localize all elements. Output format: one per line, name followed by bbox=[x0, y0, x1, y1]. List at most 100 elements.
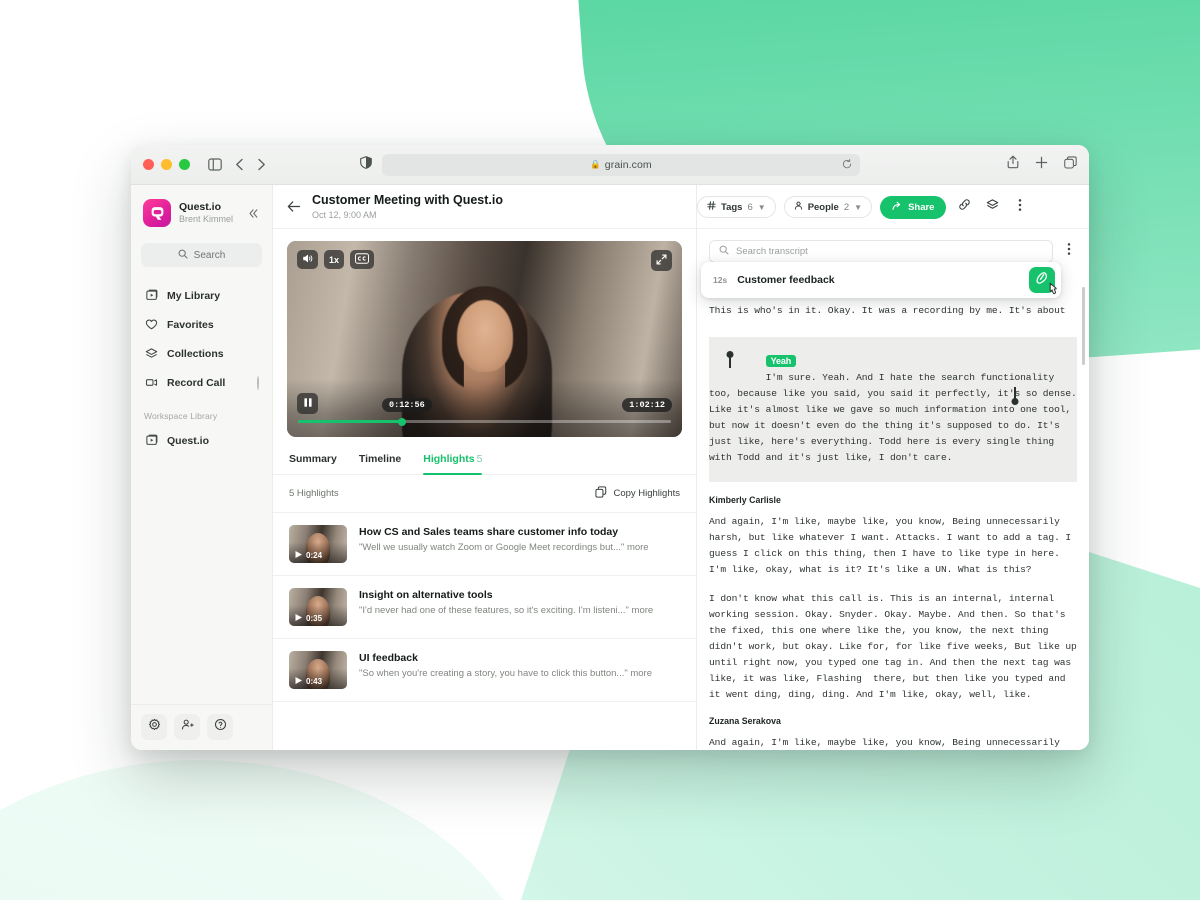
tab-summary[interactable]: Summary bbox=[289, 453, 337, 474]
share-icon[interactable] bbox=[1007, 155, 1019, 174]
sidebar-search-input[interactable]: Search bbox=[141, 243, 262, 267]
library-icon bbox=[144, 289, 158, 302]
transcript-scrollbar[interactable] bbox=[1082, 287, 1085, 365]
cc-icon bbox=[355, 253, 369, 266]
highlight-quote-text: "I'd never had one of these features, so… bbox=[359, 605, 629, 616]
close-window-button[interactable] bbox=[143, 159, 154, 170]
invite-button[interactable] bbox=[174, 714, 200, 740]
play-icon bbox=[294, 613, 303, 622]
sidebar-item-favorites[interactable]: Favorites bbox=[137, 310, 266, 339]
list-item[interactable]: 0:43 UI feedback "So when you're creatin… bbox=[273, 639, 696, 702]
transcript-tag-badge[interactable]: Yeah bbox=[765, 355, 797, 367]
highlight-quote: "So when you're creating a story, you ha… bbox=[359, 668, 652, 681]
share-button[interactable]: Share bbox=[880, 195, 947, 219]
pause-icon bbox=[303, 395, 313, 413]
help-button[interactable] bbox=[207, 714, 233, 740]
highlight-thumbnail[interactable]: 0:35 bbox=[289, 588, 347, 626]
video-subject-face bbox=[456, 299, 513, 372]
background-shape-bottom-left bbox=[0, 760, 550, 900]
highlight-more-link[interactable]: more bbox=[627, 542, 649, 553]
people-chip[interactable]: People 2 ▼ bbox=[783, 196, 873, 218]
transcript-panel: Tags 6 ▼ People 2 ▼ Share Search transcr… bbox=[697, 185, 1089, 750]
volume-button[interactable] bbox=[297, 250, 318, 269]
sidebar-item-collections[interactable]: Collections bbox=[137, 339, 266, 368]
more-options-button[interactable] bbox=[1010, 197, 1030, 217]
collections-button[interactable] bbox=[982, 197, 1002, 217]
sidebar-item-label: Favorites bbox=[167, 318, 214, 331]
browser-titlebar: 🔒 grain.com bbox=[131, 145, 1089, 185]
minimize-window-button[interactable] bbox=[161, 159, 172, 170]
reload-icon[interactable] bbox=[842, 156, 852, 174]
sidebar-toggle-icon[interactable] bbox=[208, 158, 222, 171]
plus-icon[interactable] bbox=[1035, 156, 1048, 174]
highlight-title: How CS and Sales teams share customer in… bbox=[359, 526, 619, 538]
fullscreen-button[interactable] bbox=[651, 250, 672, 271]
record-dot-icon bbox=[257, 375, 259, 390]
hash-icon bbox=[707, 201, 716, 213]
link-icon bbox=[958, 198, 971, 216]
transcript-block[interactable]: And again, I'm like, maybe like, you kno… bbox=[709, 735, 1077, 750]
browser-back-icon[interactable] bbox=[235, 158, 244, 171]
transcript-body[interactable]: This is who's in it. Okay. It was a reco… bbox=[697, 303, 1089, 750]
sidebar-footer bbox=[131, 704, 272, 750]
captions-button[interactable] bbox=[350, 250, 375, 269]
more-vertical-icon bbox=[1067, 242, 1071, 261]
playback-speed-button[interactable]: 1x bbox=[324, 250, 345, 269]
create-highlight-button[interactable] bbox=[1029, 267, 1057, 295]
tab-label: Timeline bbox=[358, 453, 402, 465]
settings-button[interactable] bbox=[141, 714, 167, 740]
transcript-block[interactable]: I don't know what this call is. This is … bbox=[709, 591, 1077, 703]
copy-highlights-button[interactable]: Copy Highlights bbox=[595, 486, 680, 501]
tab-highlights[interactable]: Highlights 5 bbox=[423, 453, 483, 475]
highlight-thumbnail[interactable]: 0:43 bbox=[289, 651, 347, 689]
play-icon bbox=[294, 676, 303, 685]
back-button[interactable] bbox=[287, 200, 301, 213]
list-item[interactable]: 0:35 Insight on alternative tools "I'd n… bbox=[273, 576, 696, 639]
window-controls[interactable] bbox=[143, 159, 190, 170]
browser-forward-icon[interactable] bbox=[257, 158, 266, 171]
transcript-partial-line: This is who's in it. Okay. It was a reco… bbox=[709, 305, 1066, 316]
sidebar-item-label: Quest.io bbox=[167, 434, 210, 447]
copy-link-button[interactable] bbox=[954, 197, 974, 217]
layers-icon bbox=[144, 347, 158, 360]
library-icon bbox=[144, 434, 158, 447]
tags-chip[interactable]: Tags 6 ▼ bbox=[697, 196, 776, 218]
highlight-title: Insight on alternative tools bbox=[359, 589, 493, 601]
collapse-sidebar-icon[interactable] bbox=[244, 204, 262, 222]
scrubber-handle[interactable] bbox=[398, 417, 407, 426]
transcript-block[interactable]: And again, I'm like, maybe like, you kno… bbox=[709, 514, 1077, 578]
create-highlight-popup[interactable]: 12s Customer feedback bbox=[701, 262, 1061, 298]
app-body: Quest.io Brent Kimmel Search My Library … bbox=[131, 185, 1089, 750]
tab-timeline[interactable]: Timeline bbox=[359, 453, 401, 474]
highlight-quote-text: "So when you're creating a story, you ha… bbox=[359, 668, 628, 679]
highlights-toolbar: 5 Highlights Copy Highlights bbox=[273, 475, 696, 513]
highlight-more-link[interactable]: more bbox=[630, 668, 652, 679]
main-content: Customer Meeting with Quest.io Oct 12, 9… bbox=[273, 185, 697, 750]
video-player[interactable]: 1x 0:12:56 1:02:12 bbox=[287, 241, 682, 437]
highlight-duration: 0:43 bbox=[306, 677, 323, 686]
video-scrubber[interactable] bbox=[298, 417, 671, 426]
browser-window: 🔒 grain.com Quest.io Brent Kimmel Search… bbox=[131, 145, 1089, 750]
highlight-quote: "Well we usually watch Zoom or Google Me… bbox=[359, 542, 649, 555]
highlight-popup-label: Customer feedback bbox=[737, 274, 835, 286]
shield-icon[interactable] bbox=[360, 155, 372, 174]
sidebar-item-my-library[interactable]: My Library bbox=[137, 281, 266, 310]
copy-highlights-label: Copy Highlights bbox=[613, 488, 680, 499]
maximize-window-button[interactable] bbox=[179, 159, 190, 170]
address-bar[interactable]: 🔒 grain.com bbox=[382, 153, 860, 176]
workspace-header[interactable]: Quest.io Brent Kimmel bbox=[131, 199, 272, 227]
tabs-overview-icon[interactable] bbox=[1064, 155, 1077, 174]
transcript-speaker-name: Kimberly Carlisle bbox=[709, 495, 781, 505]
transcript-options-button[interactable] bbox=[1061, 242, 1077, 261]
sidebar: Quest.io Brent Kimmel Search My Library … bbox=[131, 185, 273, 750]
sidebar-item-quest-io[interactable]: Quest.io bbox=[137, 426, 266, 455]
pause-button[interactable] bbox=[297, 393, 318, 414]
tab-count: 5 bbox=[476, 453, 483, 465]
sidebar-item-record-call[interactable]: Record Call bbox=[137, 368, 266, 397]
highlighter-pen-icon bbox=[1035, 271, 1049, 290]
transcript-block-selected[interactable]: Yeah I'm sure. Yeah. And I hate the sear… bbox=[709, 337, 1077, 482]
search-transcript-input[interactable]: Search transcript bbox=[709, 240, 1053, 263]
list-item[interactable]: 0:24 How CS and Sales teams share custom… bbox=[273, 513, 696, 576]
highlight-more-link[interactable]: more bbox=[632, 605, 654, 616]
highlight-thumbnail[interactable]: 0:24 bbox=[289, 525, 347, 563]
